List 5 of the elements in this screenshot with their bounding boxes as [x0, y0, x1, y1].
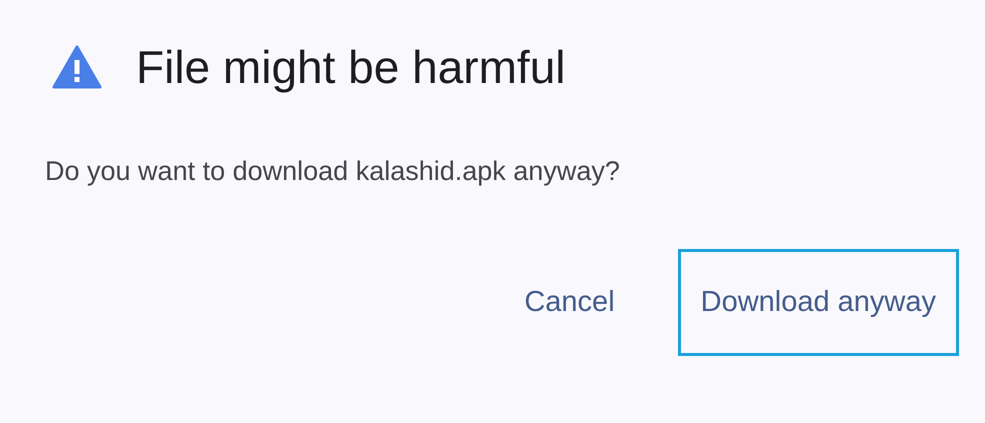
download-button[interactable]: Download anyway	[678, 249, 959, 356]
dialog-title: File might be harmful	[136, 40, 566, 94]
cancel-button[interactable]: Cancel	[501, 249, 638, 356]
warning-icon	[52, 45, 102, 89]
dialog-message: Do you want to download kalashid.apk anyway?	[45, 156, 621, 187]
